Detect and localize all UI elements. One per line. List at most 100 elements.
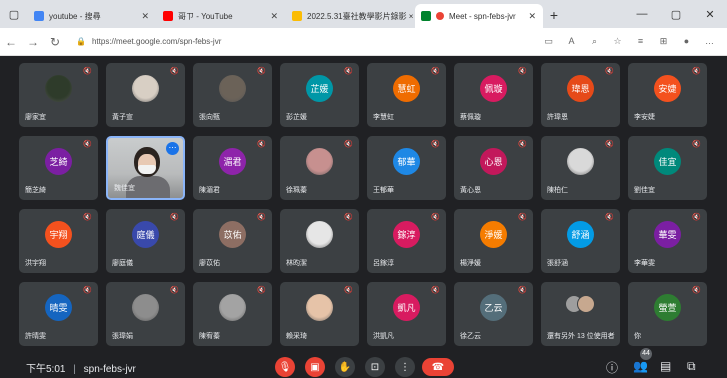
tile-options-icon[interactable]: ⋯: [166, 142, 179, 155]
new-tab-button[interactable]: +: [544, 4, 564, 28]
participant-name: 李慧虹: [373, 114, 394, 121]
participant-tile[interactable]: 🔇 張向甄: [193, 63, 272, 127]
url-field[interactable]: 🔒 https://meet.google.com/spn-febs-jvr: [76, 37, 221, 46]
participant-tile[interactable]: 🔇 張瑋娟: [106, 282, 185, 346]
raise-hand-button[interactable]: ✋: [335, 357, 355, 377]
avatar: 晴雯: [45, 294, 72, 321]
participant-name: 黃子宣: [112, 114, 133, 121]
participant-name: 王郁華: [373, 187, 394, 194]
participant-tile[interactable]: 🔇 淨媛 楊淨媛: [454, 209, 533, 273]
favorites-bar-icon[interactable]: ≡: [629, 36, 652, 47]
profile-icon[interactable]: ●: [675, 36, 698, 47]
participant-tile[interactable]: 🔇 舒涵 張舒涵: [541, 209, 620, 273]
close-tab-icon[interactable]: ✕: [270, 11, 278, 22]
muted-mic-icon: 🔇: [170, 287, 179, 294]
participant-name: 賴采琦: [286, 333, 307, 340]
participant-name: 廖庭儀: [112, 260, 133, 267]
meeting-info: 下午5:01 | spn-febs-jvr: [26, 360, 136, 375]
tab-youtube[interactable]: 哥ㄗ - YouTube ✕: [157, 4, 285, 28]
mic-off-button[interactable]: 🎙: [275, 357, 295, 377]
info-icon[interactable]: ⓘ: [606, 359, 618, 376]
participant-tile[interactable]: 🔇 黃子宣: [106, 63, 185, 127]
recording-icon: [436, 12, 444, 20]
self-video-tile[interactable]: ⋯ 魏佳宜: [106, 136, 185, 200]
participant-tile[interactable]: 🔇 慧虹 李慧虹: [367, 63, 446, 127]
participant-tile[interactable]: 🔇 陳宥蓁: [193, 282, 272, 346]
url-text: https://meet.google.com/spn-febs-jvr: [91, 37, 222, 46]
back-icon[interactable]: ←: [0, 35, 22, 49]
reload-icon[interactable]: ↻: [44, 35, 66, 49]
muted-mic-icon: 🔇: [170, 68, 179, 75]
people-icon[interactable]: 👥: [633, 359, 648, 373]
others-tile[interactable]: 還有另外 13 位使用者: [541, 282, 620, 346]
more-options-button[interactable]: ⋮: [395, 357, 415, 377]
forward-icon[interactable]: →: [22, 35, 44, 49]
tab-youtube-search[interactable]: youtube - 搜尋 ✕: [28, 4, 156, 28]
participant-name: 黃心恩: [460, 187, 481, 194]
people-count-badge: 44: [640, 348, 652, 360]
participant-tile[interactable]: 🔇 凱凡 洪凱凡: [367, 282, 446, 346]
tab-drive[interactable]: 2022.5.31臺社教學影片錄影 ×: [286, 4, 414, 28]
maximize-icon[interactable]: ▢: [659, 0, 693, 28]
participant-tile[interactable]: 🔇 苡佑 廖苡佑: [193, 209, 272, 273]
participant-name: 洪凱凡: [373, 333, 394, 340]
window-controls: — ▢ ✕: [625, 0, 727, 28]
participant-tile[interactable]: 🔇 螢萱你: [628, 282, 707, 346]
meet-favicon-icon: [421, 11, 431, 21]
meeting-control-bar: 下午5:01 | spn-febs-jvr 🎙 ▣ ✋ ⊡ ⋮ ☎ ⓘ 👥 44…: [0, 348, 727, 378]
participant-name: 張瑋娟: [112, 333, 133, 340]
muted-mic-icon: 🔇: [605, 68, 614, 75]
avatar-photo: [219, 294, 246, 321]
avatar: 芝綺: [45, 148, 72, 175]
tab-title: Meet - spn-febs-jvr: [449, 11, 516, 21]
participant-tile[interactable]: 🔇 乙云 徐乙云: [454, 282, 533, 346]
camera-off-button[interactable]: ▣: [305, 357, 325, 377]
participant-name: 廖苡佑: [199, 260, 220, 267]
close-window-icon[interactable]: ✕: [693, 0, 727, 28]
leave-call-button[interactable]: ☎: [422, 358, 454, 376]
avatar: 安婕: [654, 75, 681, 102]
present-button[interactable]: ⊡: [365, 357, 385, 377]
avatar-photo: [132, 294, 159, 321]
muted-mic-icon: 🔇: [344, 287, 353, 294]
avatar-photo: [567, 148, 594, 175]
window-menu-icon[interactable]: ▢: [0, 0, 28, 28]
zoom-icon[interactable]: ⌕: [583, 36, 606, 47]
collections-icon[interactable]: ⊞: [652, 36, 675, 47]
participant-name: 洪宇翔: [25, 260, 46, 267]
participant-tile[interactable]: 🔇 林昀潔: [280, 209, 359, 273]
minimize-icon[interactable]: —: [625, 0, 659, 28]
participant-tile[interactable]: 🔇 佳宜 劉佳宜: [628, 136, 707, 200]
screen-cast-icon[interactable]: ▭: [537, 36, 560, 47]
avatar: 苡佑: [219, 221, 246, 248]
meeting-code: spn-febs-jvr: [83, 364, 136, 375]
close-tab-icon[interactable]: ✕: [141, 11, 149, 22]
tab-title: youtube - 搜尋: [49, 11, 101, 21]
avatar: 凱凡: [393, 294, 420, 321]
participant-tile[interactable]: 🔇 庭儀 廖庭儀: [106, 209, 185, 273]
participant-tile[interactable]: 🔇 芝綺 簡芝綺: [19, 136, 98, 200]
more-icon[interactable]: …: [698, 36, 721, 47]
chat-icon[interactable]: ▤: [660, 359, 671, 373]
participant-tile[interactable]: 🔇 瑋恩 許瑋恩: [541, 63, 620, 127]
avatar: 瑋恩: [567, 75, 594, 102]
participant-tile[interactable]: 🔇 陳柏仁: [541, 136, 620, 200]
close-tab-icon[interactable]: ✕: [528, 11, 536, 22]
participant-tile[interactable]: 🔇 廖家宜: [19, 63, 98, 127]
participant-tile[interactable]: 🔇 芷媛 彭芷媛: [280, 63, 359, 127]
participant-tile[interactable]: 🔇 賴采琦: [280, 282, 359, 346]
participant-tile[interactable]: 🔇 佩璇 蔡佩璇: [454, 63, 533, 127]
participant-tile[interactable]: 🔇 鎵淳 呂鎵淳: [367, 209, 446, 273]
participant-tile[interactable]: 🔇 郁華 王郁華: [367, 136, 446, 200]
activities-icon[interactable]: ⧉: [687, 359, 696, 374]
participant-tile[interactable]: 🔇 徐珮蓁: [280, 136, 359, 200]
tab-meet[interactable]: Meet - spn-febs-jvr ✕: [415, 4, 543, 28]
participant-tile[interactable]: 🔇 湄君 陳湄君: [193, 136, 272, 200]
participant-tile[interactable]: 🔇 心恩 黃心恩: [454, 136, 533, 200]
participant-tile[interactable]: 🔇 安婕 李安婕: [628, 63, 707, 127]
read-aloud-icon[interactable]: A: [560, 36, 583, 47]
participant-tile[interactable]: 🔇 晴雯 許晴雯: [19, 282, 98, 346]
participant-tile[interactable]: 🔇 宇翔 洪宇翔: [19, 209, 98, 273]
participant-tile[interactable]: 🔇 華雯 李華雯: [628, 209, 707, 273]
favorite-icon[interactable]: ☆: [606, 36, 629, 47]
